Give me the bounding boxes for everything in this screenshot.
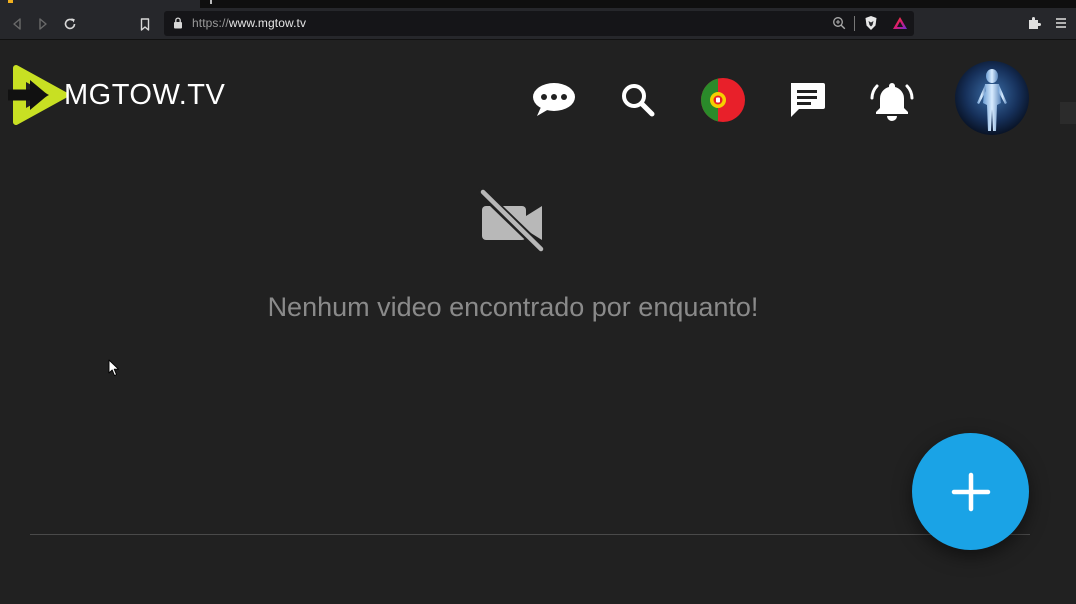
browser-toolbar: https://www.mgtow.tv: [0, 8, 1076, 40]
plus-icon: [951, 472, 990, 511]
zoom-icon[interactable]: [832, 16, 846, 30]
logo-text: MGTOW.TV: [64, 78, 226, 111]
reload-button[interactable]: [60, 14, 80, 34]
video-off-icon: [478, 188, 546, 254]
mouse-cursor-icon: [108, 359, 119, 376]
url-host: www.mgtow.tv: [228, 16, 307, 30]
add-video-button[interactable]: [912, 433, 1029, 550]
language-button[interactable]: [701, 78, 745, 122]
bell-icon: [870, 83, 914, 121]
lock-icon[interactable]: [173, 17, 183, 29]
puzzle-icon[interactable]: [1027, 15, 1043, 31]
browser-tab-active[interactable]: [0, 0, 200, 8]
chat-bubble-icon: [533, 83, 575, 116]
content-divider: [30, 534, 1030, 535]
avatar-image: [955, 61, 1029, 135]
hamburger-menu-icon[interactable]: [1054, 16, 1068, 30]
reload-icon: [64, 18, 76, 30]
empty-state-message: Nenhum video encontrado por enquanto!: [267, 292, 759, 322]
notifications-button[interactable]: [870, 78, 914, 122]
site-header: MGTOW.TV: [0, 40, 1076, 150]
back-arrow-icon: [13, 18, 21, 30]
search-button[interactable]: [618, 80, 658, 120]
portugal-flag-icon: [701, 78, 745, 122]
url-text[interactable]: https://www.mgtow.tv: [192, 16, 306, 30]
brave-shield-icon[interactable]: [864, 15, 878, 31]
brave-rewards-icon[interactable]: [892, 16, 908, 30]
url-scheme: https://: [192, 16, 229, 30]
bookmark-button[interactable]: [135, 14, 155, 34]
search-icon: [622, 84, 655, 117]
site-logo[interactable]: MGTOW.TV: [8, 65, 225, 125]
back-button[interactable]: [7, 14, 27, 34]
address-bar[interactable]: https://www.mgtow.tv: [164, 11, 914, 36]
browser-tabstrip: [0, 0, 1076, 8]
user-avatar[interactable]: [955, 61, 1029, 135]
messages-icon: [791, 83, 825, 117]
chat-button[interactable]: [530, 80, 578, 120]
forward-arrow-icon: [39, 18, 47, 30]
tab-separator: [210, 0, 212, 4]
messages-button[interactable]: [786, 80, 828, 120]
side-panel-toggle[interactable]: [1060, 102, 1076, 124]
forward-button[interactable]: [33, 14, 53, 34]
bookmark-icon: [140, 17, 150, 31]
logo-play-icon: [8, 65, 68, 125]
url-divider: [854, 16, 855, 31]
